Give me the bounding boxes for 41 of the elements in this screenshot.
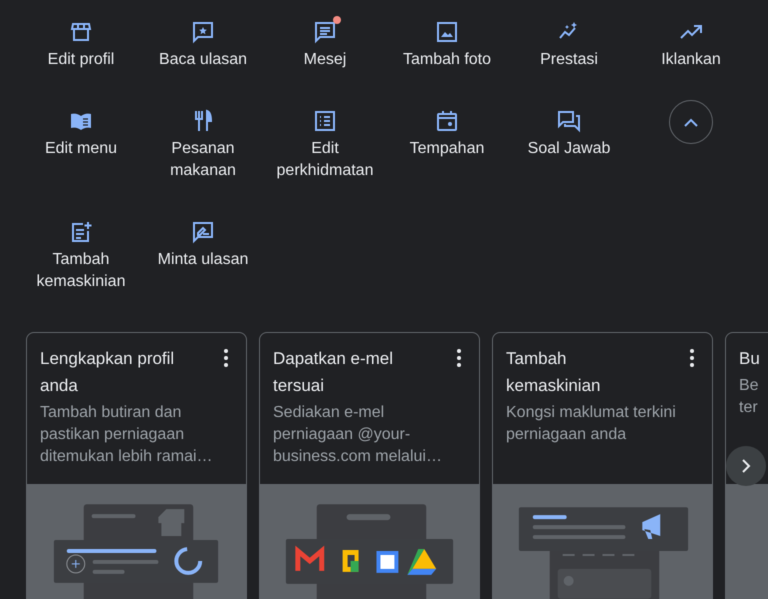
chevron-up-icon bbox=[684, 118, 698, 126]
more-options-icon[interactable] bbox=[224, 349, 228, 367]
next-button[interactable] bbox=[726, 446, 766, 486]
suggestion-card[interactable]: Lengkapkan profil anda Tambah butiran dan pastikan perniagaan ditemukan lebih ramai… bbox=[26, 332, 247, 599]
action-link[interactable]: Edit menu bbox=[22, 138, 140, 160]
action-link[interactable]: Pesanan makanan bbox=[144, 138, 262, 182]
store-icon bbox=[69, 20, 93, 44]
suggestion-card[interactable]: Dapatkan e-mel tersuai Sediakan e-mel perniagaan @your-business.com melalui… bbox=[259, 332, 480, 599]
more-options-icon[interactable] bbox=[457, 349, 461, 367]
list-icon bbox=[313, 109, 337, 133]
action-link[interactable]: Baca ulasan bbox=[144, 49, 262, 71]
action-link[interactable]: Minta ulasan bbox=[144, 249, 262, 271]
card-title: Lengkapkan profil anda bbox=[40, 348, 176, 397]
collapse-button[interactable] bbox=[669, 100, 713, 144]
action-link[interactable]: Soal Jawab bbox=[510, 138, 628, 160]
action-link[interactable]: Tambah kemaskinian bbox=[22, 249, 140, 293]
action-link[interactable]: Iklankan bbox=[632, 49, 750, 71]
card-description: Kongsi maklumat terkini perniagaan anda bbox=[506, 403, 677, 445]
card-description: Tambah butiran dan pastikan perniagaan ditemukan lebih ramai… bbox=[40, 403, 214, 467]
more-options-icon[interactable] bbox=[690, 349, 694, 367]
calendar-icon bbox=[435, 109, 459, 133]
suggestion-card[interactable]: Bu Be ter bbox=[725, 332, 768, 599]
review-icon bbox=[191, 20, 215, 44]
post-add-icon bbox=[69, 220, 93, 244]
card-title: Dapatkan e-mel tersuai bbox=[273, 348, 394, 397]
card-description: Sediakan e-mel perniagaan @your-business.com melalui… bbox=[273, 403, 443, 467]
action-link[interactable]: Mesej bbox=[266, 49, 384, 71]
rate-review-icon bbox=[191, 220, 215, 244]
card-description: Be ter bbox=[739, 376, 760, 418]
chevron-right-icon bbox=[742, 459, 750, 473]
image-icon bbox=[435, 20, 459, 44]
action-link[interactable]: Edit profil bbox=[22, 49, 140, 71]
action-link[interactable]: Edit perkhidmatan bbox=[266, 138, 384, 182]
action-link[interactable]: Prestasi bbox=[510, 49, 628, 71]
card-title: Bu bbox=[739, 348, 761, 370]
suggestion-card[interactable]: Tambah kemaskinian Kongsi maklumat terkini perniagaan anda bbox=[492, 332, 713, 599]
action-link[interactable]: Tempahan bbox=[388, 138, 506, 160]
card-title: Tambah kemaskinian bbox=[506, 348, 602, 397]
forum-icon bbox=[557, 109, 581, 133]
chat-icon bbox=[313, 20, 337, 44]
action-link[interactable]: Tambah foto bbox=[388, 49, 506, 71]
